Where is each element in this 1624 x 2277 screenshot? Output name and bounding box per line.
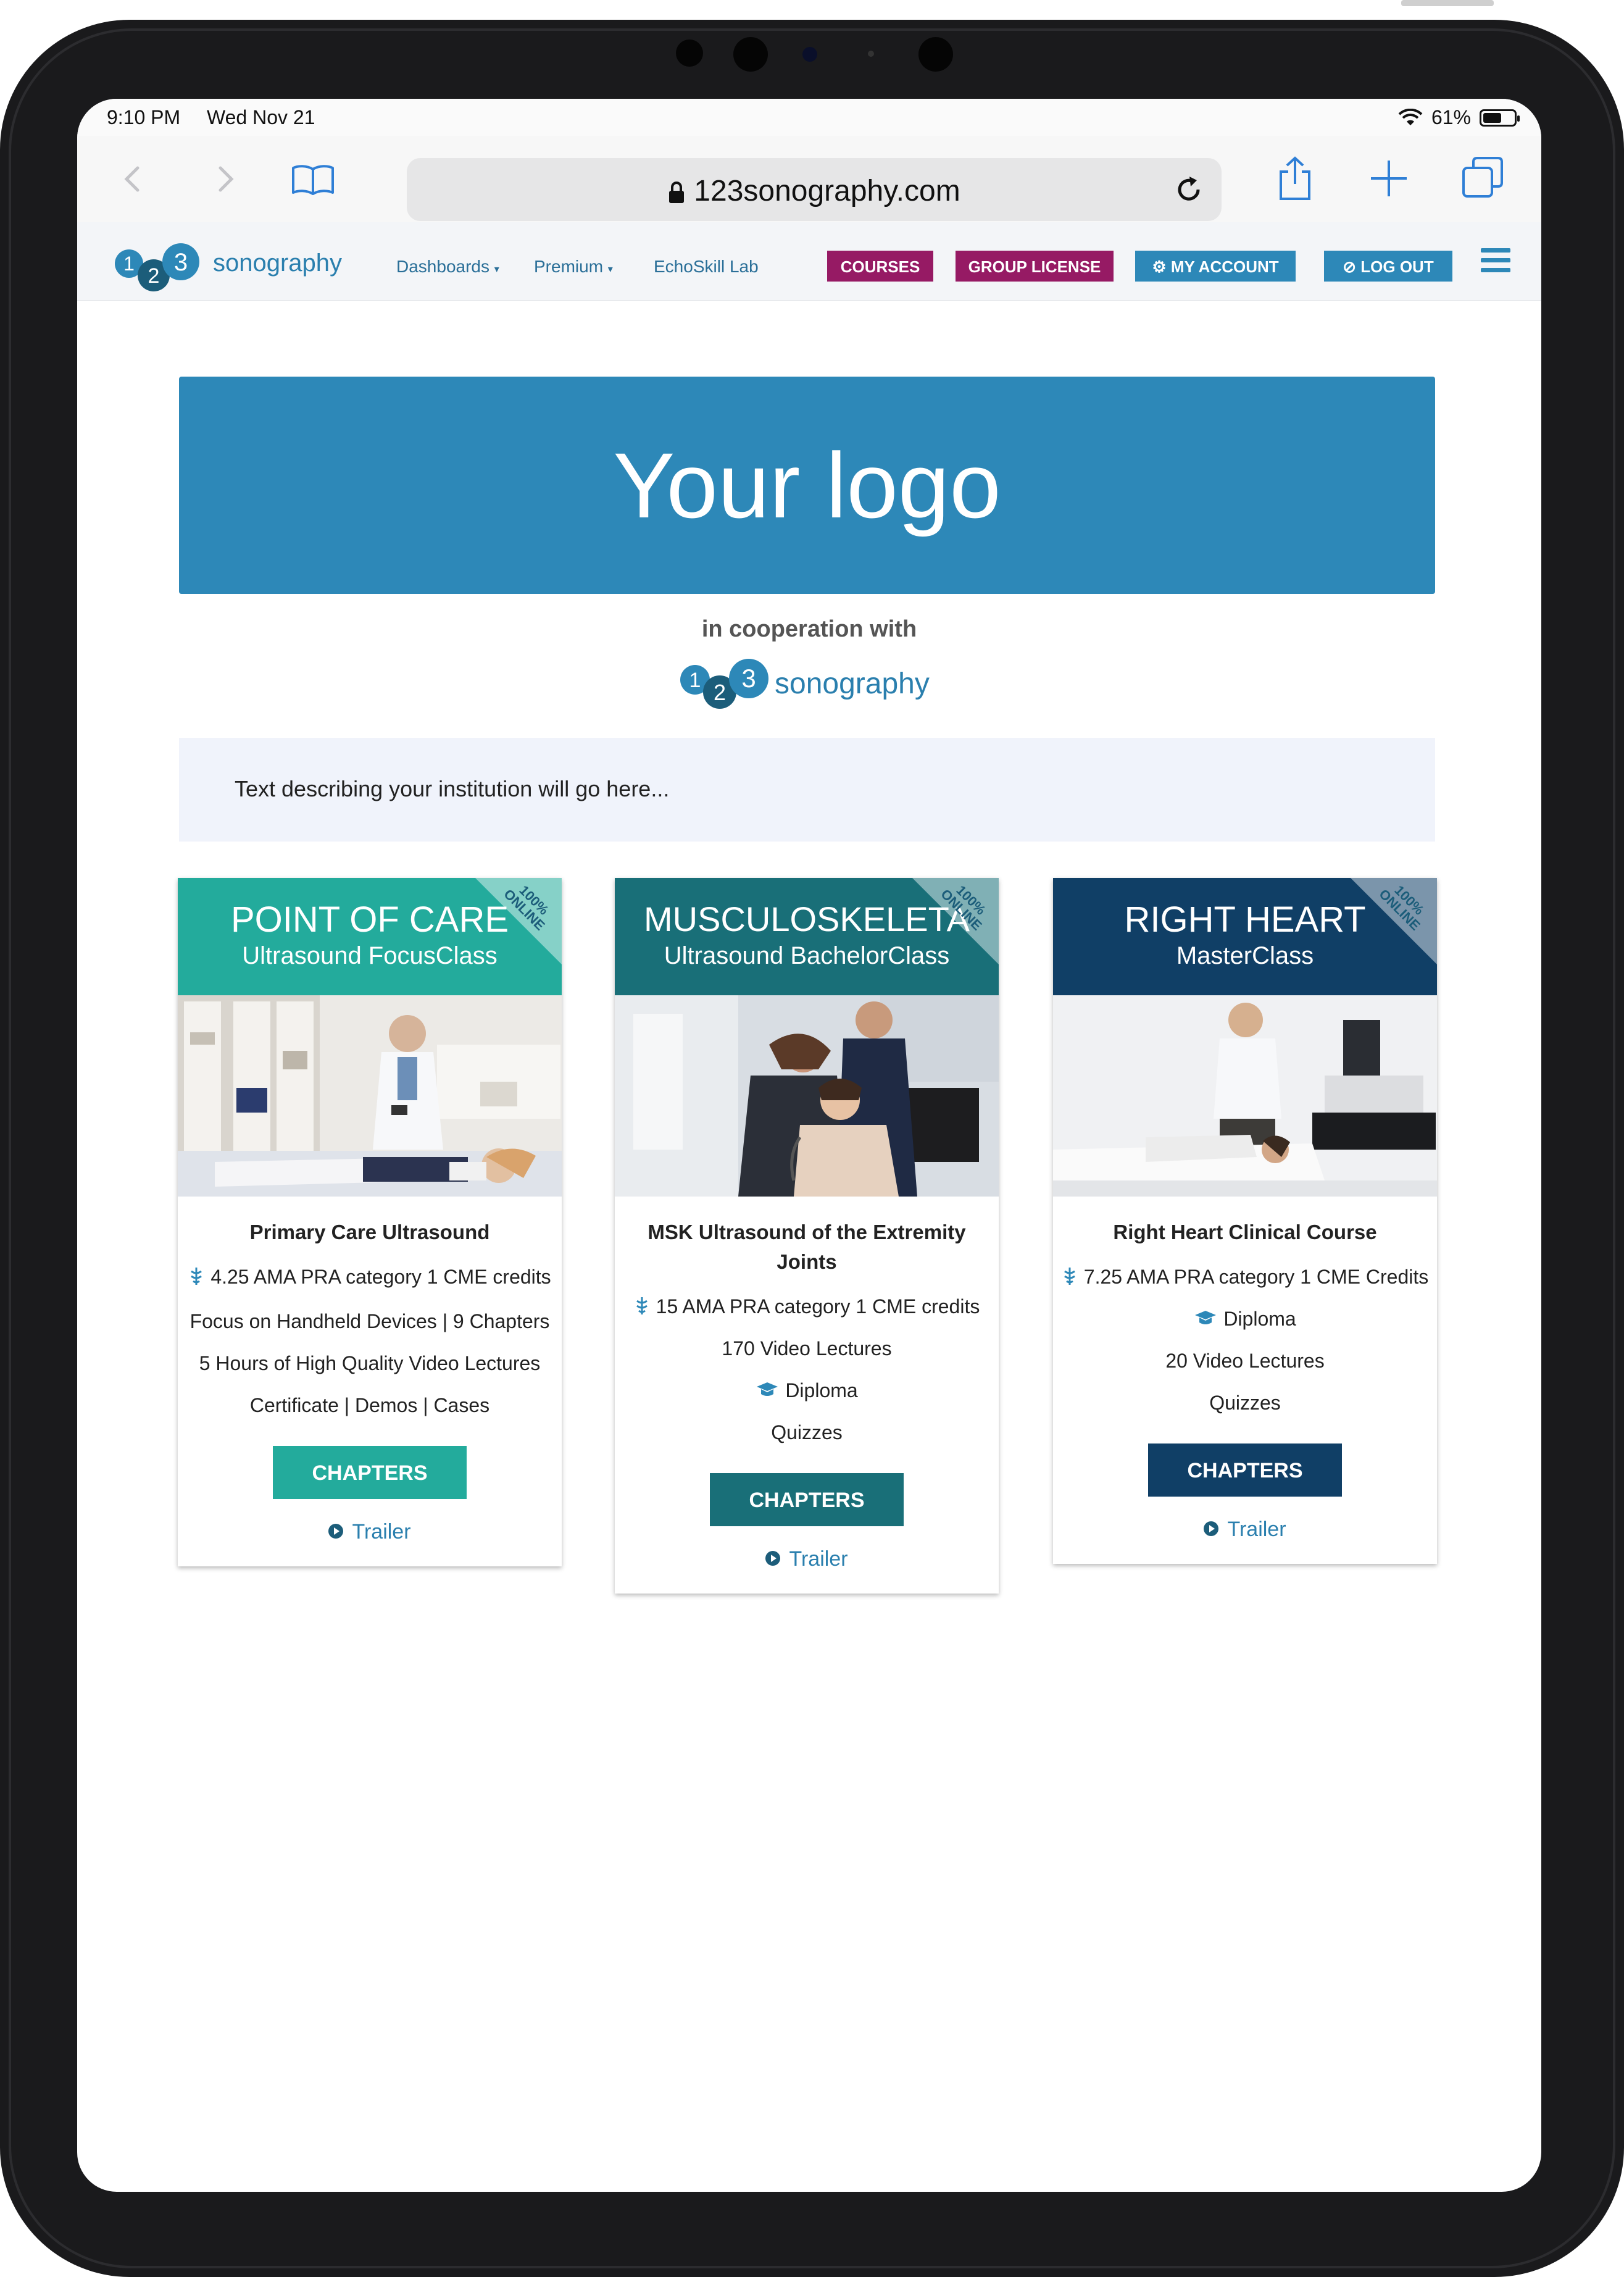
new-tab-icon[interactable]: [1367, 157, 1410, 200]
card-body: MSK Ultrasound of the Extremity Joints 1…: [615, 1197, 999, 1594]
camera-sensor: [676, 40, 703, 67]
card-header: POINT OF CARE Ultrasound FocusClass 100%…: [178, 878, 562, 995]
cooperation-brand-text: sonography: [775, 667, 930, 700]
chapters-button[interactable]: CHAPTERS: [710, 1473, 904, 1526]
card-body: Primary Care Ultrasound 4.25 AMA PRA cat…: [178, 1197, 562, 1566]
address-bar[interactable]: 123sonography.com: [407, 158, 1222, 221]
feature-line: Quizzes: [1209, 1392, 1281, 1414]
feature-line: Quizzes: [771, 1421, 843, 1443]
site-navbar: 1 2 3 sonography Dashboards ▾ Premium ▾ …: [77, 222, 1541, 301]
group-license-button[interactable]: GROUP LICENSE: [956, 251, 1114, 282]
forward-arrow-icon[interactable]: [207, 161, 244, 198]
share-icon[interactable]: [1273, 154, 1317, 204]
camera-lens: [733, 37, 768, 72]
card-header: MUSCULOSKELETA Ultrasound BachelorClass …: [615, 878, 999, 995]
top-button: [1401, 0, 1494, 6]
logo-banner: Your logo: [179, 377, 1435, 594]
institution-text: Text describing your institution will go…: [235, 776, 670, 801]
cooperation-label: in cooperation with: [701, 616, 917, 642]
feature-line: 20 Video Lectures: [1165, 1350, 1325, 1372]
hamburger-menu-icon[interactable]: [1481, 248, 1510, 278]
nav-echoskill-lab[interactable]: EchoSkill Lab: [654, 257, 759, 277]
battery-fill: [1483, 112, 1501, 123]
card-photo-msk-training: [615, 995, 999, 1197]
credits-text: 15 AMA PRA category 1 CME credits: [656, 1295, 980, 1318]
camera-flash: [918, 37, 953, 72]
feature-line: Diploma: [620, 1376, 994, 1405]
trailer-link[interactable]: Trailer: [620, 1547, 994, 1571]
log-out-button[interactable]: ⊘ LOG OUT: [1324, 251, 1452, 282]
credits-line: 4.25 AMA PRA category 1 CME credits: [183, 1262, 557, 1292]
feature-line: Diploma: [1058, 1304, 1432, 1334]
chevron-down-icon: ▾: [607, 264, 613, 275]
coop-digit-3: 3: [741, 664, 756, 693]
brand-digit-3: 3: [174, 249, 188, 276]
tabs-icon[interactable]: [1460, 154, 1507, 201]
course-title: Primary Care Ultrasound: [249, 1221, 490, 1243]
card-header: RIGHT HEART MasterClass 100% ONLINE: [1053, 878, 1437, 995]
graduation-cap-icon: [757, 1382, 778, 1396]
course-card-point-of-care: POINT OF CARE Ultrasound FocusClass 100%…: [178, 878, 562, 1566]
front-camera: [802, 47, 817, 62]
status-date: Wed Nov 21: [207, 106, 315, 128]
brand-digit-2: 2: [148, 264, 160, 288]
card-photo-echo-exam: [1053, 995, 1437, 1197]
chevron-down-icon: ▾: [494, 264, 499, 275]
trailer-link[interactable]: Trailer: [183, 1520, 557, 1544]
caduceus-icon: [1064, 1267, 1075, 1285]
status-time: 9:10 PM: [107, 106, 181, 128]
nav-premium[interactable]: Premium ▾: [534, 257, 613, 277]
brand-digit-1: 1: [123, 253, 135, 275]
reload-icon[interactable]: [1172, 173, 1206, 206]
feature-line: 5 Hours of High Quality Video Lectures: [199, 1352, 541, 1374]
course-title: Right Heart Clinical Course: [1113, 1221, 1377, 1243]
url-text: 123sonography.com: [694, 175, 960, 207]
feature-line: Certificate | Demos | Cases: [249, 1394, 490, 1416]
my-account-button[interactable]: ⚙ MY ACCOUNT: [1135, 251, 1296, 282]
graduation-cap-icon: [1195, 1310, 1217, 1324]
credits-text: 4.25 AMA PRA category 1 CME credits: [210, 1266, 551, 1288]
tablet-screen: 9:10 PM Wed Nov 21 61% 123sonography.com…: [77, 99, 1541, 2192]
brand-logo[interactable]: 1 2 3: [112, 236, 217, 291]
card-photo-doctor-office: [178, 995, 562, 1197]
coop-digit-2: 2: [714, 680, 726, 705]
gear-icon: ⚙: [1152, 257, 1171, 276]
course-card-right-heart: RIGHT HEART MasterClass 100% ONLINE Righ…: [1053, 878, 1437, 1564]
play-icon: [765, 1551, 781, 1566]
courses-button[interactable]: COURSES: [827, 251, 933, 282]
credits-text: 7.25 AMA PRA category 1 CME Credits: [1083, 1266, 1429, 1288]
caduceus-icon: [636, 1297, 648, 1314]
course-title: MSK Ultrasound of the Extremity Joints: [648, 1221, 966, 1273]
coop-digit-1: 1: [689, 669, 701, 692]
status-bar: 9:10 PM Wed Nov 21 61%: [77, 99, 1541, 136]
play-icon: [328, 1524, 344, 1539]
back-arrow-icon[interactable]: [114, 161, 151, 198]
chapters-button[interactable]: CHAPTERS: [1148, 1443, 1342, 1497]
battery-percent: 61%: [1431, 106, 1471, 128]
course-card-musculoskeletal: MUSCULOSKELETA Ultrasound BachelorClass …: [615, 878, 999, 1594]
bookmarks-icon[interactable]: [288, 161, 338, 198]
lock-icon: [669, 182, 685, 204]
credits-line: 7.25 AMA PRA category 1 CME Credits: [1058, 1262, 1432, 1292]
institution-description: Text describing your institution will go…: [179, 738, 1435, 842]
chapters-button[interactable]: CHAPTERS: [273, 1446, 467, 1499]
nav-dashboards[interactable]: Dashboards ▾: [396, 257, 499, 277]
status-right: 61%: [1398, 106, 1520, 129]
play-icon: [1204, 1521, 1219, 1537]
feature-line: Focus on Handheld Devices | 9 Chapters: [189, 1310, 550, 1332]
brand-text[interactable]: sonography: [213, 249, 342, 277]
battery-icon: [1480, 109, 1520, 127]
browser-toolbar: 123sonography.com: [77, 136, 1541, 222]
wifi-icon: [1398, 108, 1423, 125]
sensor-dot: [868, 51, 874, 57]
card-body: Right Heart Clinical Course 7.25 AMA PRA…: [1053, 1197, 1437, 1564]
caduceus-icon: [191, 1267, 202, 1285]
power-icon: ⊘: [1343, 257, 1361, 276]
credits-line: 15 AMA PRA category 1 CME credits: [620, 1292, 994, 1321]
cooperation-brand-logo: 1 2 3: [680, 659, 768, 709]
trailer-link[interactable]: Trailer: [1058, 1518, 1432, 1542]
feature-line: 170 Video Lectures: [722, 1337, 892, 1360]
